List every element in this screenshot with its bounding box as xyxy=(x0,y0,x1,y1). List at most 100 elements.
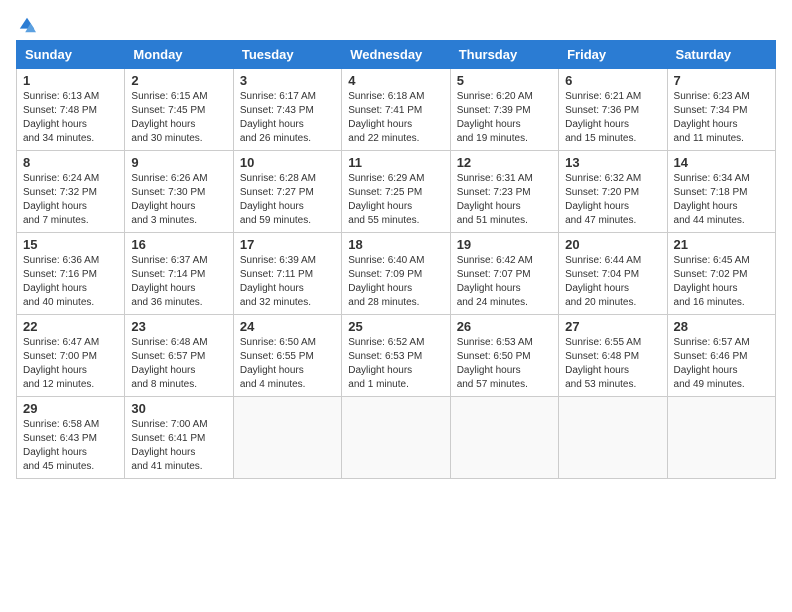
day-info: Sunrise: 7:00 AMSunset: 6:41 PMDaylight … xyxy=(131,418,226,474)
calendar-cell: 19 Sunrise: 6:42 AMSunset: 7:07 PMDayligh… xyxy=(450,233,558,315)
calendar-cell: 17 Sunrise: 6:39 AMSunset: 7:11 PMDayligh… xyxy=(233,233,341,315)
calendar-header-row: SundayMondayTuesdayWednesdayThursdayFrid… xyxy=(17,41,776,69)
calendar-cell xyxy=(233,397,341,479)
header-day: Thursday xyxy=(450,41,558,69)
calendar-cell: 27 Sunrise: 6:55 AMSunset: 6:48 PMDayligh… xyxy=(559,315,667,397)
day-info: Sunrise: 6:37 AMSunset: 7:14 PMDaylight … xyxy=(131,254,226,310)
day-number: 10 xyxy=(240,155,335,170)
calendar-cell: 4 Sunrise: 6:18 AMSunset: 7:41 PMDaylight… xyxy=(342,69,450,151)
calendar-week-row: 1 Sunrise: 6:13 AMSunset: 7:48 PMDaylight… xyxy=(17,69,776,151)
calendar-cell: 12 Sunrise: 6:31 AMSunset: 7:23 PMDayligh… xyxy=(450,151,558,233)
day-number: 12 xyxy=(457,155,552,170)
day-number: 25 xyxy=(348,319,443,334)
day-info: Sunrise: 6:44 AMSunset: 7:04 PMDaylight … xyxy=(565,254,660,310)
day-info: Sunrise: 6:53 AMSunset: 6:50 PMDaylight … xyxy=(457,336,552,392)
day-info: Sunrise: 6:42 AMSunset: 7:07 PMDaylight … xyxy=(457,254,552,310)
header-day: Tuesday xyxy=(233,41,341,69)
calendar-cell: 29 Sunrise: 6:58 AMSunset: 6:43 PMDayligh… xyxy=(17,397,125,479)
day-number: 1 xyxy=(23,73,118,88)
day-number: 18 xyxy=(348,237,443,252)
calendar-cell xyxy=(559,397,667,479)
day-number: 11 xyxy=(348,155,443,170)
day-info: Sunrise: 6:52 AMSunset: 6:53 PMDaylight … xyxy=(348,336,443,392)
day-info: Sunrise: 6:28 AMSunset: 7:27 PMDaylight … xyxy=(240,172,335,228)
day-number: 8 xyxy=(23,155,118,170)
calendar-cell: 11 Sunrise: 6:29 AMSunset: 7:25 PMDayligh… xyxy=(342,151,450,233)
day-number: 4 xyxy=(348,73,443,88)
day-number: 29 xyxy=(23,401,118,416)
day-info: Sunrise: 6:18 AMSunset: 7:41 PMDaylight … xyxy=(348,90,443,146)
calendar-cell: 26 Sunrise: 6:53 AMSunset: 6:50 PMDayligh… xyxy=(450,315,558,397)
header-day: Friday xyxy=(559,41,667,69)
calendar-cell: 22 Sunrise: 6:47 AMSunset: 7:00 PMDayligh… xyxy=(17,315,125,397)
day-number: 13 xyxy=(565,155,660,170)
day-number: 7 xyxy=(674,73,769,88)
calendar-cell: 30 Sunrise: 7:00 AMSunset: 6:41 PMDayligh… xyxy=(125,397,233,479)
calendar-cell: 21Sunrise: 6:45 AMSunset: 7:02 PMDayligh… xyxy=(667,233,775,315)
calendar-cell: 5 Sunrise: 6:20 AMSunset: 7:39 PMDaylight… xyxy=(450,69,558,151)
calendar-cell: 1 Sunrise: 6:13 AMSunset: 7:48 PMDaylight… xyxy=(17,69,125,151)
day-info: Sunrise: 6:48 AMSunset: 6:57 PMDaylight … xyxy=(131,336,226,392)
day-number: 28 xyxy=(674,319,769,334)
day-number: 5 xyxy=(457,73,552,88)
calendar-cell: 6 Sunrise: 6:21 AMSunset: 7:36 PMDaylight… xyxy=(559,69,667,151)
day-number: 27 xyxy=(565,319,660,334)
day-info: Sunrise: 6:15 AMSunset: 7:45 PMDaylight … xyxy=(131,90,226,146)
day-number: 14 xyxy=(674,155,769,170)
calendar-cell: 7 Sunrise: 6:23 AMSunset: 7:34 PMDaylight… xyxy=(667,69,775,151)
calendar-cell xyxy=(450,397,558,479)
calendar-week-row: 15 Sunrise: 6:36 AMSunset: 7:16 PMDayligh… xyxy=(17,233,776,315)
day-info: Sunrise: 6:29 AMSunset: 7:25 PMDaylight … xyxy=(348,172,443,228)
day-info: Sunrise: 6:21 AMSunset: 7:36 PMDaylight … xyxy=(565,90,660,146)
calendar-week-row: 8 Sunrise: 6:24 AMSunset: 7:32 PMDaylight… xyxy=(17,151,776,233)
day-info: Sunrise: 6:32 AMSunset: 7:20 PMDaylight … xyxy=(565,172,660,228)
day-number: 22 xyxy=(23,319,118,334)
calendar-cell: 14 Sunrise: 6:34 AMSunset: 7:18 PMDayligh… xyxy=(667,151,775,233)
calendar-cell: 2 Sunrise: 6:15 AMSunset: 7:45 PMDaylight… xyxy=(125,69,233,151)
day-number: 6 xyxy=(565,73,660,88)
day-info: Sunrise: 6:23 AMSunset: 7:34 PMDaylight … xyxy=(674,90,769,146)
day-number: 24 xyxy=(240,319,335,334)
header-day: Saturday xyxy=(667,41,775,69)
header-day: Wednesday xyxy=(342,41,450,69)
day-info: Sunrise: 6:50 AMSunset: 6:55 PMDaylight … xyxy=(240,336,335,392)
calendar-cell xyxy=(667,397,775,479)
day-info: Sunrise: 6:45 AMSunset: 7:02 PMDaylight … xyxy=(674,254,769,310)
day-info: Sunrise: 6:31 AMSunset: 7:23 PMDaylight … xyxy=(457,172,552,228)
day-number: 20 xyxy=(565,237,660,252)
header-day: Sunday xyxy=(17,41,125,69)
day-info: Sunrise: 6:24 AMSunset: 7:32 PMDaylight … xyxy=(23,172,118,228)
day-info: Sunrise: 6:36 AMSunset: 7:16 PMDaylight … xyxy=(23,254,118,310)
day-info: Sunrise: 6:20 AMSunset: 7:39 PMDaylight … xyxy=(457,90,552,146)
calendar-cell: 13 Sunrise: 6:32 AMSunset: 7:20 PMDayligh… xyxy=(559,151,667,233)
day-info: Sunrise: 6:13 AMSunset: 7:48 PMDaylight … xyxy=(23,90,118,146)
day-number: 9 xyxy=(131,155,226,170)
day-number: 30 xyxy=(131,401,226,416)
logo xyxy=(16,16,36,30)
day-info: Sunrise: 6:34 AMSunset: 7:18 PMDaylight … xyxy=(674,172,769,228)
day-number: 17 xyxy=(240,237,335,252)
day-number: 16 xyxy=(131,237,226,252)
day-info: Sunrise: 6:55 AMSunset: 6:48 PMDaylight … xyxy=(565,336,660,392)
day-info: Sunrise: 6:39 AMSunset: 7:11 PMDaylight … xyxy=(240,254,335,310)
day-info: Sunrise: 6:17 AMSunset: 7:43 PMDaylight … xyxy=(240,90,335,146)
calendar-cell: 3Sunrise: 6:17 AMSunset: 7:43 PMDaylight… xyxy=(233,69,341,151)
day-info: Sunrise: 6:57 AMSunset: 6:46 PMDaylight … xyxy=(674,336,769,392)
calendar: SundayMondayTuesdayWednesdayThursdayFrid… xyxy=(16,40,776,479)
calendar-cell: 18Sunrise: 6:40 AMSunset: 7:09 PMDayligh… xyxy=(342,233,450,315)
calendar-cell: 9Sunrise: 6:26 AMSunset: 7:30 PMDaylight… xyxy=(125,151,233,233)
day-number: 19 xyxy=(457,237,552,252)
calendar-cell xyxy=(342,397,450,479)
day-number: 26 xyxy=(457,319,552,334)
calendar-cell: 15 Sunrise: 6:36 AMSunset: 7:16 PMDayligh… xyxy=(17,233,125,315)
logo-icon xyxy=(18,16,36,34)
day-number: 15 xyxy=(23,237,118,252)
day-info: Sunrise: 6:47 AMSunset: 7:00 PMDaylight … xyxy=(23,336,118,392)
calendar-week-row: 29 Sunrise: 6:58 AMSunset: 6:43 PMDayligh… xyxy=(17,397,776,479)
calendar-cell: 10 Sunrise: 6:28 AMSunset: 7:27 PMDayligh… xyxy=(233,151,341,233)
day-number: 2 xyxy=(131,73,226,88)
day-info: Sunrise: 6:58 AMSunset: 6:43 PMDaylight … xyxy=(23,418,118,474)
calendar-cell: 24 Sunrise: 6:50 AMSunset: 6:55 PMDayligh… xyxy=(233,315,341,397)
calendar-week-row: 22 Sunrise: 6:47 AMSunset: 7:00 PMDayligh… xyxy=(17,315,776,397)
calendar-cell: 20 Sunrise: 6:44 AMSunset: 7:04 PMDayligh… xyxy=(559,233,667,315)
